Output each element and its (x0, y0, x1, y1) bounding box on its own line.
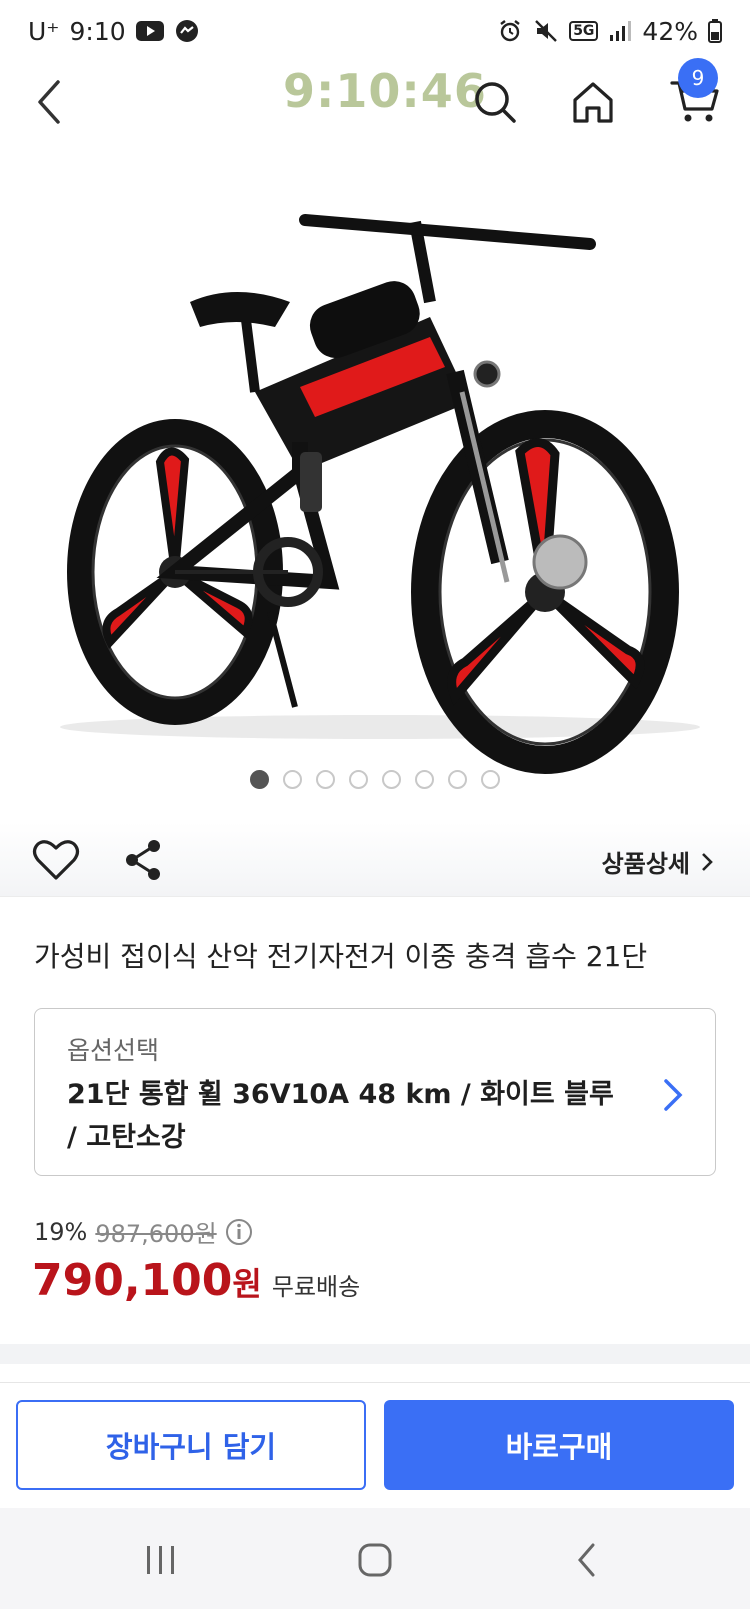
heart-icon (32, 840, 80, 880)
cart-count-badge: 9 (678, 58, 718, 98)
system-nav-bar (0, 1508, 750, 1609)
gallery-dot[interactable] (316, 770, 335, 789)
wishlist-button[interactable] (30, 834, 82, 886)
sale-price: 790,100원 (32, 1255, 262, 1306)
gallery-dot[interactable] (481, 770, 500, 789)
search-icon (475, 82, 516, 123)
status-time: 9:10 (69, 16, 126, 46)
mute-icon (533, 18, 559, 44)
back-nav-icon (578, 1543, 595, 1577)
gallery-dot[interactable] (415, 770, 434, 789)
price-discount-row: 19% 987,600원 (34, 1214, 253, 1249)
sale-price-unit: 원 (232, 1265, 262, 1303)
youtube-icon (135, 21, 164, 41)
gallery-dot[interactable] (250, 770, 269, 789)
product-title: 가성비 접이식 산악 전기자전거 이중 충격 흡수 21단 (34, 940, 648, 973)
shipping-label: 무료배송 (271, 1273, 361, 1301)
product-detail-link[interactable]: 상품상세 (602, 844, 714, 879)
discount-rate: 19% (34, 1217, 88, 1246)
share-button[interactable] (118, 834, 168, 886)
status-left: U⁺ 9:10 (28, 17, 200, 46)
gallery-dot[interactable] (349, 770, 368, 789)
option-value: 21단 통합 휠 36V10A 48 km / 화이트 블루 / 고탄소강 (67, 1079, 614, 1153)
product-image[interactable] (0, 142, 750, 822)
battery-icon (708, 19, 722, 43)
original-price: 987,600원 (95, 1220, 217, 1248)
back-button[interactable] (20, 72, 80, 132)
status-right: 5G 42% (497, 17, 722, 46)
home-icon (573, 82, 613, 123)
home-nav-button[interactable] (340, 1530, 410, 1590)
alarm-icon (497, 18, 523, 44)
option-label: 옵션선택 (67, 1036, 160, 1065)
option-selector[interactable]: 옵션선택 21단 통합 휠 36V10A 48 km / 화이트 블루 / 고탄… (34, 1008, 716, 1176)
front-wheel (411, 410, 679, 774)
purchase-bar: 장바구니 담기 바로구매 (0, 1382, 750, 1508)
buy-now-button[interactable]: 바로구매 (384, 1400, 734, 1490)
chevron-right-icon (702, 852, 713, 871)
share-icon (126, 840, 160, 880)
gallery-dots (0, 770, 750, 794)
gallery-dot[interactable] (448, 770, 467, 789)
info-icon[interactable] (225, 1218, 253, 1246)
gallery-dot[interactable] (283, 770, 302, 789)
status-bar: U⁺ 9:10 5G 42% (0, 0, 750, 62)
chevron-right-icon (653, 1071, 693, 1119)
sale-price-row: 790,100원 무료배송 (32, 1255, 360, 1306)
product-action-row: 상품상세 (0, 822, 750, 897)
home-nav-icon (358, 1543, 392, 1577)
folding-ebike-image (60, 214, 700, 774)
detail-label: 상품상세 (601, 850, 690, 878)
gallery-dot[interactable] (382, 770, 401, 789)
carrier-label: U⁺ (28, 16, 60, 46)
messenger-icon (174, 18, 200, 44)
sale-price-number: 790,100 (32, 1255, 233, 1306)
recent-apps-icon (147, 1546, 174, 1574)
recent-apps-button[interactable] (126, 1530, 196, 1590)
home-button[interactable] (563, 72, 623, 132)
clock-overlay: 9:10:46 (283, 64, 487, 118)
signal-icon (608, 20, 632, 42)
section-divider (0, 1344, 750, 1364)
back-arrow-icon (38, 80, 60, 124)
add-to-cart-button[interactable]: 장바구니 담기 (16, 1400, 366, 1490)
app-header: 9:10:46 (0, 62, 750, 142)
back-nav-button[interactable] (552, 1530, 622, 1590)
search-button[interactable] (465, 72, 525, 132)
battery-percent: 42% (642, 16, 698, 46)
network-icon: 5G (569, 21, 599, 41)
